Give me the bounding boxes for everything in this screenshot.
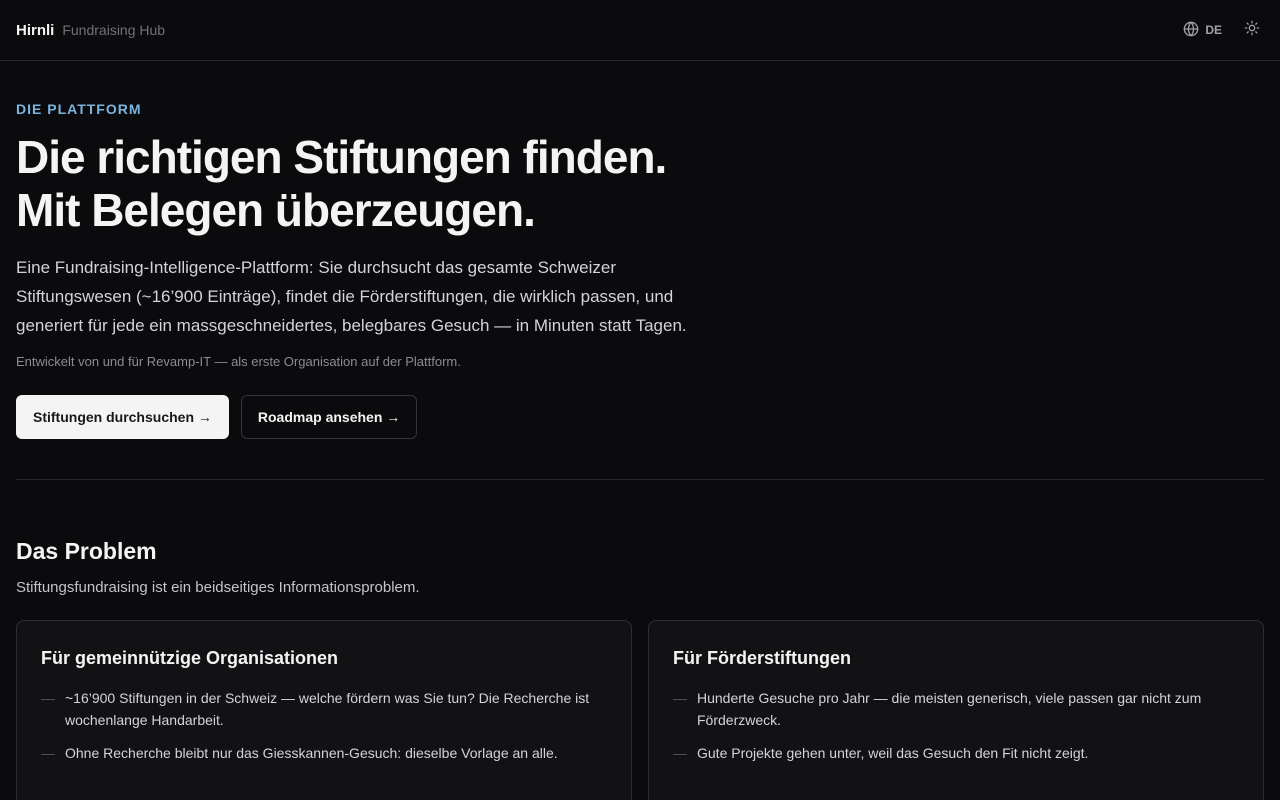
brand[interactable]: Hirnli Fundraising Hub [16, 22, 165, 39]
dash-bullet: — [41, 690, 55, 706]
hero-note: Entwickelt von und für Revamp-IT — als e… [16, 354, 461, 369]
hero-cta-row: Stiftungen durchsuchen → Roadmap ansehen… [16, 395, 1264, 439]
sun-icon [1244, 20, 1260, 41]
brand-name: Hirnli [16, 21, 55, 39]
list-item-text: Hunderte Gesuche pro Jahr — die meisten … [697, 690, 1202, 728]
list-item-text: Gute Projekte gehen unter, weil das Gesu… [697, 745, 1089, 761]
view-roadmap-button[interactable]: Roadmap ansehen → [240, 395, 418, 439]
card-list: — ~16’900 Stiftungen in der Schweiz — wel… [41, 687, 607, 764]
search-foundations-button[interactable]: Stiftungen durchsuchen → [16, 395, 229, 439]
language-label: DE [1205, 23, 1222, 37]
hero-title: Die richtigen Stiftungen finden. Mit Bel… [16, 131, 776, 237]
globe-icon [1183, 21, 1199, 40]
brand-subtitle: Fundraising Hub [62, 21, 166, 38]
language-switcher[interactable]: DE [1183, 21, 1222, 40]
card-title: Für Förderstiftungen [673, 648, 851, 668]
list-item: — Ohne Recherche bleibt nur das Giesskann… [41, 742, 607, 764]
list-item-text: ~16’900 Stiftungen in der Schweiz — welc… [65, 690, 590, 728]
hero-eyebrow: DIE PLATTFORM [16, 101, 142, 117]
list-item: — Hunderte Gesuche pro Jahr — die meisten… [673, 687, 1239, 731]
problem-cards: Für gemeinnützige Organisationen — ~16’90… [16, 620, 1264, 800]
hero-description: Eine Fundraising-Intelligence-Plattform:… [16, 258, 687, 335]
hero-section: DIE PLATTFORM Die richtigen Stiftungen f… [0, 61, 1280, 439]
problem-title: Das Problem [16, 538, 157, 564]
list-item: — Gute Projekte gehen unter, weil das Ges… [673, 742, 1239, 764]
hero-title-line-2: Mit Belegen überzeugen. [16, 184, 536, 236]
problem-subtitle: Stiftungsfundraising ist ein beidseitige… [16, 579, 420, 596]
problem-section: Das Problem Stiftungsfundraising ist ein… [0, 480, 1280, 800]
hero-title-line-1: Die richtigen Stiftungen finden. [16, 131, 667, 183]
list-item-text: Ohne Recherche bleibt nur das Giesskanne… [65, 745, 558, 761]
top-navigation-bar: Hirnli Fundraising Hub DE [0, 0, 1280, 61]
dash-bullet: — [41, 745, 55, 761]
card-nonprofits: Für gemeinnützige Organisationen — ~16’90… [16, 620, 632, 800]
list-item: — ~16’900 Stiftungen in der Schweiz — wel… [41, 687, 607, 731]
card-title: Für gemeinnützige Organisationen [41, 648, 339, 668]
theme-toggle-button[interactable] [1244, 20, 1260, 41]
header-actions: DE [1183, 20, 1264, 41]
card-foundations: Für Förderstiftungen — Hunderte Gesuche p… [648, 620, 1264, 800]
dash-bullet: — [673, 745, 687, 761]
dash-bullet: — [673, 690, 687, 706]
card-list: — Hunderte Gesuche pro Jahr — die meisten… [673, 687, 1239, 764]
